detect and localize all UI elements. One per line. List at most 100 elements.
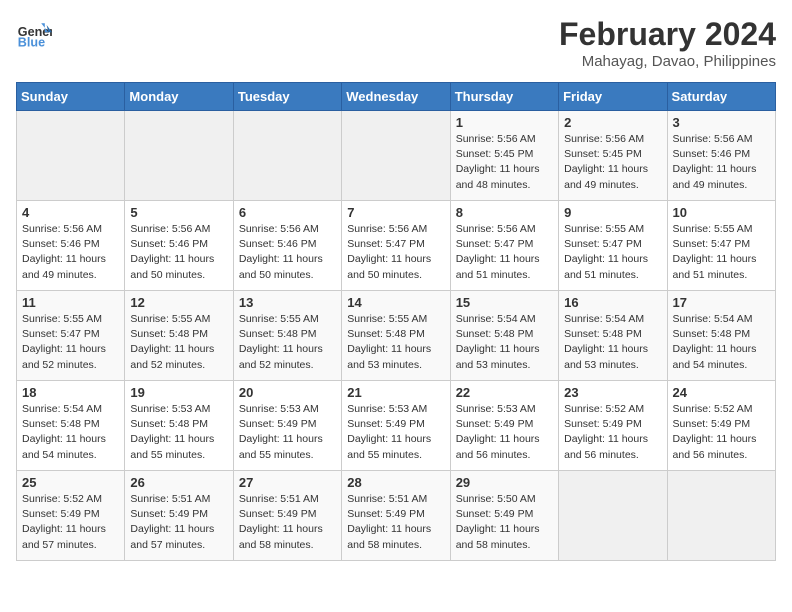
day-number: 29 <box>456 475 553 490</box>
day-info: Sunrise: 5:53 AM Sunset: 5:49 PM Dayligh… <box>239 402 336 463</box>
day-info: Sunrise: 5:51 AM Sunset: 5:49 PM Dayligh… <box>347 492 444 553</box>
calendar-cell: 12 Sunrise: 5:55 AM Sunset: 5:48 PM Dayli… <box>125 291 233 381</box>
calendar-cell: 22 Sunrise: 5:53 AM Sunset: 5:49 PM Dayli… <box>450 381 558 471</box>
day-info: Sunrise: 5:52 AM Sunset: 5:49 PM Dayligh… <box>22 492 119 553</box>
calendar-cell: 9 Sunrise: 5:55 AM Sunset: 5:47 PM Daylig… <box>559 201 667 291</box>
day-number: 9 <box>564 205 661 220</box>
day-info: Sunrise: 5:53 AM Sunset: 5:49 PM Dayligh… <box>347 402 444 463</box>
day-number: 25 <box>22 475 119 490</box>
title-block: February 2024 Mahayag, Davao, Philippine… <box>559 16 776 70</box>
day-number: 14 <box>347 295 444 310</box>
day-info: Sunrise: 5:55 AM Sunset: 5:48 PM Dayligh… <box>130 312 227 373</box>
day-number: 1 <box>456 115 553 130</box>
calendar-cell: 7 Sunrise: 5:56 AM Sunset: 5:47 PM Daylig… <box>342 201 450 291</box>
calendar-cell: 23 Sunrise: 5:52 AM Sunset: 5:49 PM Dayli… <box>559 381 667 471</box>
day-info: Sunrise: 5:54 AM Sunset: 5:48 PM Dayligh… <box>456 312 553 373</box>
calendar-cell <box>667 471 775 561</box>
calendar-title: February 2024 <box>559 16 776 53</box>
weekday-header-tuesday: Tuesday <box>233 83 341 111</box>
day-number: 26 <box>130 475 227 490</box>
day-info: Sunrise: 5:56 AM Sunset: 5:46 PM Dayligh… <box>22 222 119 283</box>
day-info: Sunrise: 5:54 AM Sunset: 5:48 PM Dayligh… <box>673 312 770 373</box>
weekday-header-monday: Monday <box>125 83 233 111</box>
day-number: 18 <box>22 385 119 400</box>
day-number: 11 <box>22 295 119 310</box>
day-info: Sunrise: 5:53 AM Sunset: 5:49 PM Dayligh… <box>456 402 553 463</box>
day-info: Sunrise: 5:56 AM Sunset: 5:47 PM Dayligh… <box>347 222 444 283</box>
calendar-cell: 20 Sunrise: 5:53 AM Sunset: 5:49 PM Dayli… <box>233 381 341 471</box>
day-info: Sunrise: 5:56 AM Sunset: 5:45 PM Dayligh… <box>456 132 553 193</box>
calendar-cell: 28 Sunrise: 5:51 AM Sunset: 5:49 PM Dayli… <box>342 471 450 561</box>
calendar-cell: 8Sunrise: 5:56 AM Sunset: 5:47 PM Daylig… <box>450 201 558 291</box>
calendar-table: SundayMondayTuesdayWednesdayThursdayFrid… <box>16 82 776 561</box>
day-number: 24 <box>673 385 770 400</box>
svg-text:Blue: Blue <box>18 36 45 50</box>
day-info: Sunrise: 5:54 AM Sunset: 5:48 PM Dayligh… <box>22 402 119 463</box>
calendar-cell: 24 Sunrise: 5:52 AM Sunset: 5:49 PM Dayli… <box>667 381 775 471</box>
week-row-3: 11 Sunrise: 5:55 AM Sunset: 5:47 PM Dayli… <box>17 291 776 381</box>
day-number: 28 <box>347 475 444 490</box>
day-number: 13 <box>239 295 336 310</box>
day-info: Sunrise: 5:52 AM Sunset: 5:49 PM Dayligh… <box>564 402 661 463</box>
day-number: 15 <box>456 295 553 310</box>
day-number: 20 <box>239 385 336 400</box>
day-info: Sunrise: 5:55 AM Sunset: 5:47 PM Dayligh… <box>564 222 661 283</box>
calendar-cell: 26 Sunrise: 5:51 AM Sunset: 5:49 PM Dayli… <box>125 471 233 561</box>
weekday-header-row: SundayMondayTuesdayWednesdayThursdayFrid… <box>17 83 776 111</box>
day-number: 22 <box>456 385 553 400</box>
day-info: Sunrise: 5:51 AM Sunset: 5:49 PM Dayligh… <box>130 492 227 553</box>
calendar-cell: 6 Sunrise: 5:56 AM Sunset: 5:46 PM Daylig… <box>233 201 341 291</box>
day-number: 8 <box>456 205 553 220</box>
day-info: Sunrise: 5:52 AM Sunset: 5:49 PM Dayligh… <box>673 402 770 463</box>
calendar-cell: 27 Sunrise: 5:51 AM Sunset: 5:49 PM Dayli… <box>233 471 341 561</box>
day-number: 12 <box>130 295 227 310</box>
calendar-cell: 5Sunrise: 5:56 AM Sunset: 5:46 PM Daylig… <box>125 201 233 291</box>
day-number: 27 <box>239 475 336 490</box>
calendar-cell: 13Sunrise: 5:55 AM Sunset: 5:48 PM Dayli… <box>233 291 341 381</box>
day-info: Sunrise: 5:56 AM Sunset: 5:45 PM Dayligh… <box>564 132 661 193</box>
day-number: 5 <box>130 205 227 220</box>
weekday-header-thursday: Thursday <box>450 83 558 111</box>
calendar-cell: 14 Sunrise: 5:55 AM Sunset: 5:48 PM Dayli… <box>342 291 450 381</box>
day-number: 7 <box>347 205 444 220</box>
calendar-cell: 2Sunrise: 5:56 AM Sunset: 5:45 PM Daylig… <box>559 111 667 201</box>
logo-icon: General Blue <box>16 16 52 52</box>
day-number: 10 <box>673 205 770 220</box>
calendar-cell: 4 Sunrise: 5:56 AM Sunset: 5:46 PM Daylig… <box>17 201 125 291</box>
day-info: Sunrise: 5:51 AM Sunset: 5:49 PM Dayligh… <box>239 492 336 553</box>
calendar-cell: 25 Sunrise: 5:52 AM Sunset: 5:49 PM Dayli… <box>17 471 125 561</box>
calendar-cell <box>125 111 233 201</box>
day-info: Sunrise: 5:55 AM Sunset: 5:47 PM Dayligh… <box>673 222 770 283</box>
calendar-cell: 10 Sunrise: 5:55 AM Sunset: 5:47 PM Dayli… <box>667 201 775 291</box>
day-info: Sunrise: 5:55 AM Sunset: 5:47 PM Dayligh… <box>22 312 119 373</box>
day-info: Sunrise: 5:54 AM Sunset: 5:48 PM Dayligh… <box>564 312 661 373</box>
calendar-cell: 19Sunrise: 5:53 AM Sunset: 5:48 PM Dayli… <box>125 381 233 471</box>
calendar-cell: 17 Sunrise: 5:54 AM Sunset: 5:48 PM Dayli… <box>667 291 775 381</box>
day-number: 23 <box>564 385 661 400</box>
weekday-header-saturday: Saturday <box>667 83 775 111</box>
calendar-cell: 18 Sunrise: 5:54 AM Sunset: 5:48 PM Dayli… <box>17 381 125 471</box>
calendar-cell: 29Sunrise: 5:50 AM Sunset: 5:49 PM Dayli… <box>450 471 558 561</box>
day-number: 3 <box>673 115 770 130</box>
page-header: General Blue February 2024 Mahayag, Dava… <box>16 16 776 70</box>
day-info: Sunrise: 5:56 AM Sunset: 5:46 PM Dayligh… <box>673 132 770 193</box>
day-number: 4 <box>22 205 119 220</box>
calendar-cell: 1 Sunrise: 5:56 AM Sunset: 5:45 PM Daylig… <box>450 111 558 201</box>
logo: General Blue <box>16 16 52 52</box>
calendar-cell: 21Sunrise: 5:53 AM Sunset: 5:49 PM Dayli… <box>342 381 450 471</box>
day-info: Sunrise: 5:56 AM Sunset: 5:46 PM Dayligh… <box>239 222 336 283</box>
day-info: Sunrise: 5:55 AM Sunset: 5:48 PM Dayligh… <box>347 312 444 373</box>
day-number: 6 <box>239 205 336 220</box>
day-number: 19 <box>130 385 227 400</box>
weekday-header-sunday: Sunday <box>17 83 125 111</box>
weekday-header-wednesday: Wednesday <box>342 83 450 111</box>
calendar-cell: 11 Sunrise: 5:55 AM Sunset: 5:47 PM Dayli… <box>17 291 125 381</box>
calendar-cell: 15 Sunrise: 5:54 AM Sunset: 5:48 PM Dayli… <box>450 291 558 381</box>
week-row-1: 1 Sunrise: 5:56 AM Sunset: 5:45 PM Daylig… <box>17 111 776 201</box>
week-row-2: 4 Sunrise: 5:56 AM Sunset: 5:46 PM Daylig… <box>17 201 776 291</box>
day-number: 17 <box>673 295 770 310</box>
calendar-cell <box>233 111 341 201</box>
calendar-subtitle: Mahayag, Davao, Philippines <box>559 53 776 70</box>
calendar-cell: 16Sunrise: 5:54 AM Sunset: 5:48 PM Dayli… <box>559 291 667 381</box>
week-row-5: 25 Sunrise: 5:52 AM Sunset: 5:49 PM Dayli… <box>17 471 776 561</box>
